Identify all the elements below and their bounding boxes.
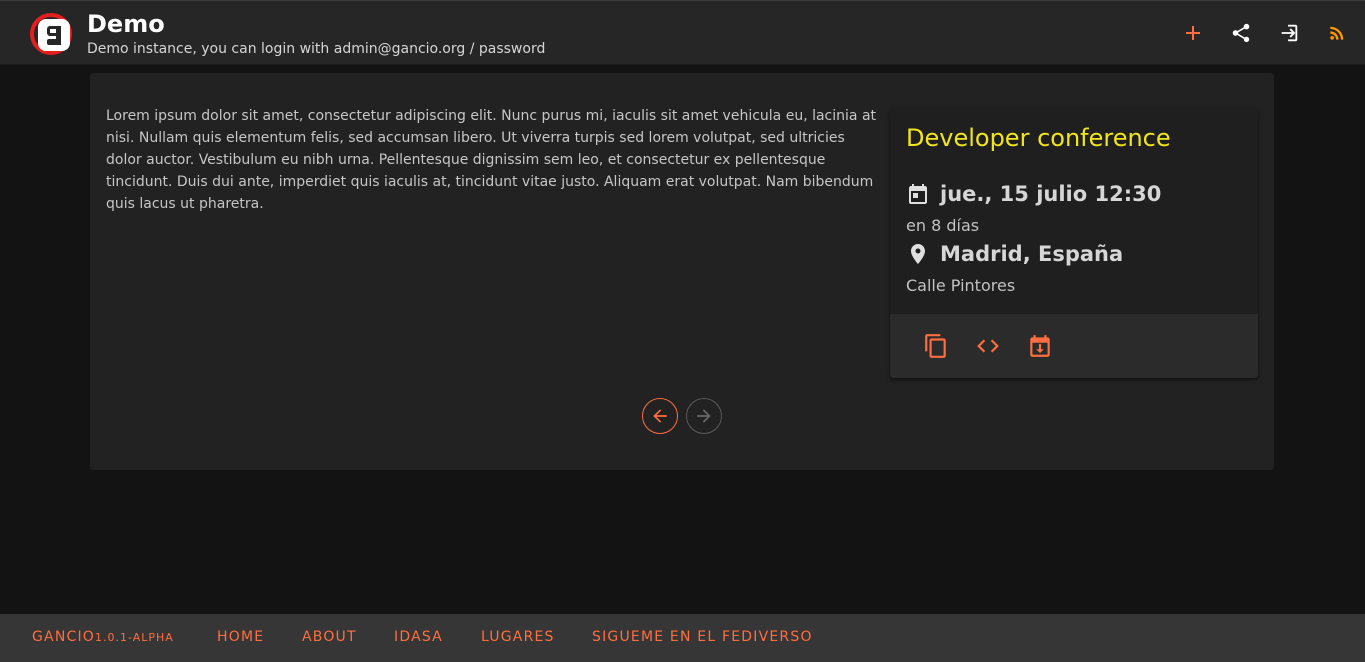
- event-title: Developer conference: [906, 124, 1171, 152]
- footer-link-idasa[interactable]: IDASA: [394, 629, 443, 645]
- add-icon: [1186, 26, 1200, 40]
- event-date: jue., 15 julio 12:30: [940, 182, 1162, 206]
- location-pin-icon: [911, 244, 925, 264]
- gancio-logo[interactable]: [30, 13, 72, 55]
- arrow-left-icon: [653, 409, 667, 423]
- footer-brand: Gancio: [32, 629, 96, 645]
- site-subtitle: Demo instance, you can login with admin@…: [87, 41, 546, 57]
- calendar-icon: [909, 184, 927, 204]
- app-footer: Gancio1.0.1-alpha Home About IDASA Lugar…: [0, 614, 1365, 662]
- main-card: Lorem ipsum dolor sit amet, consectetur …: [90, 73, 1274, 470]
- share-button[interactable]: [1226, 18, 1256, 48]
- footer-link-fediverse[interactable]: Sigueme en el fediverso: [592, 629, 813, 645]
- embed-code-button[interactable]: [972, 330, 1004, 362]
- login-icon: [1281, 24, 1298, 42]
- event-details-card: Developer conference jue., 15 julio 12:3…: [890, 108, 1258, 378]
- add-event-button[interactable]: [1178, 18, 1208, 48]
- event-address: Calle Pintores: [906, 276, 1016, 295]
- event-description: Lorem ipsum dolor sit amet, consectetur …: [106, 108, 877, 212]
- arrow-right-icon: [697, 409, 711, 423]
- next-event-button[interactable]: [686, 398, 722, 434]
- footer-link-lugares[interactable]: Lugares: [481, 629, 555, 645]
- rss-button[interactable]: [1322, 18, 1352, 48]
- event-relative-time: en 8 días: [906, 216, 980, 235]
- footer-version: 1.0.1-alpha: [95, 631, 174, 644]
- footer-brand-link[interactable]: Gancio1.0.1-alpha: [32, 629, 174, 645]
- embed-code-icon: [977, 339, 999, 353]
- event-date-row: jue., 15 julio 12:30: [906, 182, 1161, 206]
- share-icon: [1232, 23, 1250, 43]
- copy-link-button[interactable]: [920, 330, 952, 362]
- previous-event-button[interactable]: [642, 398, 678, 434]
- add-to-calendar-button[interactable]: [1024, 330, 1056, 362]
- calendar-download-icon: [1030, 335, 1050, 357]
- event-place-row: Madrid, España: [906, 242, 1123, 266]
- event-actions-bar: [890, 314, 1258, 378]
- app-header: Demo Demo instance, you can login with a…: [0, 0, 1365, 65]
- footer-link-home[interactable]: Home: [217, 629, 264, 645]
- login-button[interactable]: [1274, 18, 1304, 48]
- site-title[interactable]: Demo: [87, 10, 165, 38]
- rss-icon: [1330, 26, 1344, 40]
- footer-link-about[interactable]: About: [302, 629, 357, 645]
- event-place[interactable]: Madrid, España: [940, 242, 1123, 266]
- copy-icon: [925, 334, 946, 358]
